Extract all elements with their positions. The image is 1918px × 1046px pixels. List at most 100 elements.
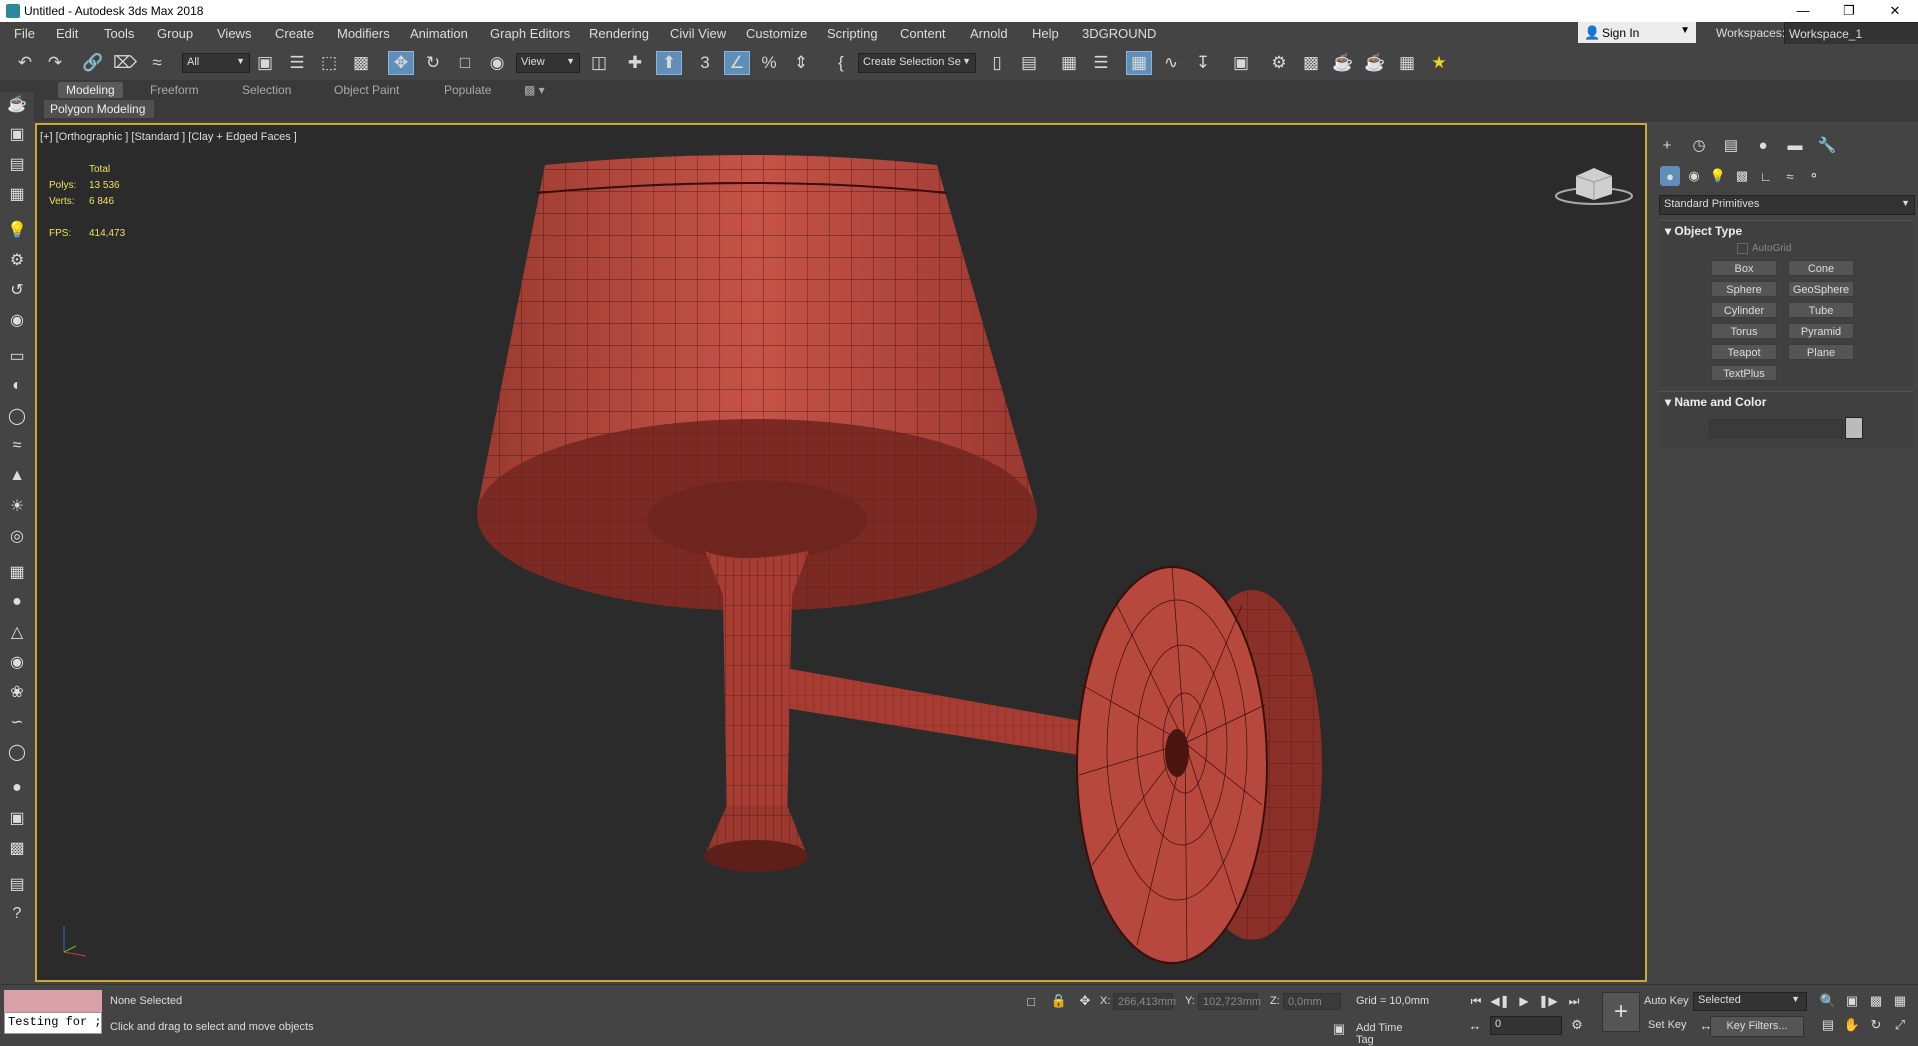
- menu-file[interactable]: File: [14, 26, 35, 41]
- close-button[interactable]: ✕: [1872, 0, 1918, 22]
- align-icon[interactable]: ▤: [1016, 51, 1042, 75]
- shapes-icon[interactable]: ◉: [1684, 166, 1704, 186]
- grid-tool-icon[interactable]: ▦: [5, 560, 29, 584]
- play-icon[interactable]: ▶: [1514, 992, 1534, 1010]
- menu-create[interactable]: Create: [275, 26, 314, 41]
- selection-filter-dropdown[interactable]: All ▼: [182, 53, 250, 73]
- viewport-perspective[interactable]: [35, 123, 1647, 982]
- animation-tool-icon[interactable]: ◉: [5, 308, 29, 332]
- zoom-all-icon[interactable]: ▣: [1843, 992, 1861, 1010]
- pan-view-icon[interactable]: ✋: [1843, 1016, 1861, 1034]
- mirror-icon[interactable]: ▯: [984, 51, 1010, 75]
- menu-arnold[interactable]: Arnold: [970, 26, 1008, 41]
- space-warps-icon[interactable]: ≈: [1780, 166, 1800, 186]
- render-activeshade-icon[interactable]: ☕: [1362, 51, 1388, 75]
- select-by-name-icon[interactable]: ☰: [284, 51, 310, 75]
- place-icon[interactable]: ◉: [484, 51, 510, 75]
- object-color-swatch[interactable]: [1845, 417, 1863, 439]
- tab-object-paint[interactable]: Object Paint: [326, 82, 407, 98]
- plane-icon[interactable]: ▭: [5, 344, 29, 368]
- modify-tab-icon[interactable]: ◷: [1688, 134, 1710, 156]
- create-teapot-icon[interactable]: ☕: [5, 92, 29, 116]
- cylinder-button[interactable]: Cylinder: [1711, 302, 1777, 318]
- globe-icon[interactable]: ◉: [5, 650, 29, 674]
- select-manipulate-icon[interactable]: ✚: [622, 51, 648, 75]
- light-icon[interactable]: 💡: [5, 218, 29, 242]
- rendered-frame-window-icon[interactable]: ▩: [1298, 51, 1324, 75]
- select-and-scale-icon[interactable]: □: [452, 51, 478, 75]
- helper-icon[interactable]: ↺: [5, 278, 29, 302]
- sphere-button[interactable]: Sphere: [1711, 281, 1777, 297]
- helpers-icon[interactable]: ∟: [1756, 166, 1776, 186]
- select-and-move-icon[interactable]: ✥: [388, 51, 414, 75]
- named-selection-set-dropdown[interactable]: Create Selection Se ▼: [858, 53, 976, 73]
- particle-icon[interactable]: ●: [5, 590, 29, 614]
- plane-button[interactable]: Plane: [1788, 344, 1854, 360]
- key-filters-button[interactable]: Key Filters...: [1710, 1016, 1804, 1037]
- menu-rendering[interactable]: Rendering: [589, 26, 649, 41]
- script-icon[interactable]: ▤: [5, 872, 29, 896]
- display-tab-icon[interactable]: ▬: [1784, 134, 1806, 156]
- tab-populate[interactable]: Populate: [436, 82, 499, 98]
- geosphere-button[interactable]: GeoSphere: [1788, 281, 1854, 297]
- set-key-button[interactable]: Set Key: [1648, 1016, 1687, 1034]
- menu-scripting[interactable]: Scripting: [827, 26, 878, 41]
- box-button[interactable]: Box: [1711, 260, 1777, 276]
- material-editor-icon[interactable]: ▣: [1228, 51, 1254, 75]
- time-config-icon[interactable]: ↔: [1466, 1016, 1484, 1034]
- go-to-start-icon[interactable]: ⏮: [1466, 992, 1486, 1010]
- lights-icon[interactable]: 💡: [1708, 166, 1728, 186]
- a360-gallery-icon[interactable]: ★: [1426, 51, 1452, 75]
- unlink-icon[interactable]: ⌦: [112, 51, 138, 75]
- x-coordinate-field[interactable]: 266,413mm: [1113, 993, 1176, 1010]
- workspace-dropdown[interactable]: Workspace_1: [1784, 22, 1918, 45]
- orbit-icon[interactable]: ↻: [1867, 1016, 1885, 1034]
- object-name-field[interactable]: [1709, 419, 1843, 438]
- maxscript-listener-output[interactable]: [4, 990, 102, 1012]
- modify-icon[interactable]: ▣: [5, 122, 29, 146]
- angle-snap-icon[interactable]: ∠: [724, 51, 750, 75]
- edit-named-selection-icon[interactable]: {: [828, 51, 854, 75]
- viewport-label-menu[interactable]: [+] [Orthographic ] [Standard ] [Clay + …: [40, 131, 297, 143]
- key-mode-dropdown[interactable]: Selected ▼: [1693, 992, 1807, 1011]
- camera-icon[interactable]: ⚙: [5, 248, 29, 272]
- current-frame-field[interactable]: 0: [1490, 1016, 1562, 1035]
- sphere-icon[interactable]: ◯: [5, 404, 29, 428]
- bind-space-warp-icon[interactable]: ≈: [144, 51, 170, 75]
- autogrid-checkbox[interactable]: AutoGrid: [1737, 243, 1791, 254]
- previous-frame-icon[interactable]: ◀❚: [1490, 992, 1510, 1010]
- minimize-button[interactable]: —: [1780, 0, 1826, 22]
- zoom-icon[interactable]: 🔍: [1819, 992, 1837, 1010]
- isolate-selection-icon[interactable]: □: [1022, 992, 1040, 1010]
- material-icon[interactable]: ▣: [5, 806, 29, 830]
- z-coordinate-field[interactable]: 0,0mm: [1283, 993, 1341, 1010]
- maximize-viewport-icon[interactable]: ⤢: [1891, 1016, 1909, 1034]
- tab-selection[interactable]: Selection: [234, 82, 299, 98]
- menu-customize[interactable]: Customize: [746, 26, 807, 41]
- tab-freeform[interactable]: Freeform: [142, 82, 207, 98]
- time-configuration-icon[interactable]: ⚙: [1568, 1016, 1586, 1034]
- spinner-snap-icon[interactable]: ⇕: [788, 51, 814, 75]
- menu-modifiers[interactable]: Modifiers: [337, 26, 390, 41]
- curve-editor-icon[interactable]: ∿: [1158, 51, 1184, 75]
- scatter-icon[interactable]: ≈: [5, 434, 29, 458]
- menu-help[interactable]: Help: [1032, 26, 1059, 41]
- go-to-end-icon[interactable]: ⏭: [1564, 992, 1584, 1010]
- window-crossing-icon[interactable]: ▩: [348, 51, 374, 75]
- systems-icon[interactable]: ⚬: [1804, 166, 1824, 186]
- tube-button[interactable]: Tube: [1788, 302, 1854, 318]
- menu-animation[interactable]: Animation: [410, 26, 468, 41]
- ribbon-options-icon[interactable]: ▩ ▾: [516, 82, 553, 98]
- viewport-icon[interactable]: ▩: [5, 836, 29, 860]
- pivot-center-icon[interactable]: ◫: [586, 51, 612, 75]
- percent-snap-icon[interactable]: %: [756, 51, 782, 75]
- geometry-icon[interactable]: ●: [1660, 166, 1680, 186]
- menu-civil-view[interactable]: Civil View: [670, 26, 726, 41]
- next-frame-icon[interactable]: ❚▶: [1538, 992, 1558, 1010]
- render-production-icon[interactable]: ☕: [1330, 51, 1356, 75]
- cameras-icon[interactable]: ▩: [1732, 166, 1752, 186]
- menu-3dground[interactable]: 3DGROUND: [1082, 26, 1156, 41]
- snaps-toggle-icon[interactable]: 3: [692, 51, 718, 75]
- textplus-button[interactable]: TextPlus: [1711, 365, 1777, 381]
- layer-explorer-icon[interactable]: ☰: [1088, 51, 1114, 75]
